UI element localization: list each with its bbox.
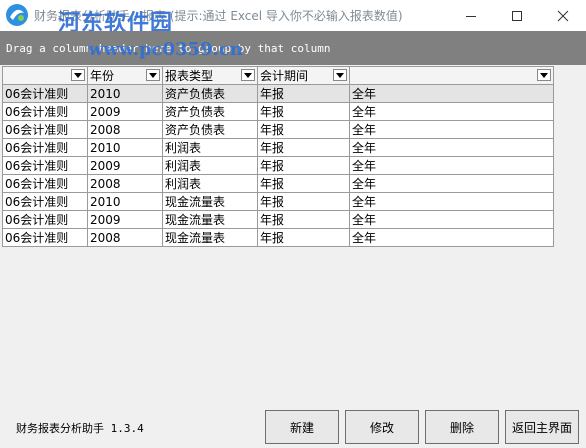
dropdown-arrow-icon[interactable]: [333, 69, 347, 81]
cell-range[interactable]: 全年: [349, 156, 554, 175]
dropdown-arrow-icon[interactable]: [146, 69, 160, 81]
dropdown-arrow-icon[interactable]: [537, 69, 551, 81]
cell-period[interactable]: 年报: [257, 174, 350, 193]
table-row[interactable]: 06会计准则 2010 利润表 年报 全年: [2, 138, 554, 157]
dropdown-arrow-icon[interactable]: [241, 69, 255, 81]
table-row[interactable]: 06会计准则 2010 现金流量表 年报 全年: [2, 192, 554, 211]
column-header-standard[interactable]: [2, 66, 88, 85]
minimize-icon: [466, 15, 476, 17]
table-row[interactable]: 06会计准则 2009 利润表 年报 全年: [2, 156, 554, 175]
cell-period[interactable]: 年报: [257, 192, 350, 211]
table-row[interactable]: 06会计准则 2008 资产负债表 年报 全年: [2, 120, 554, 139]
cell-period[interactable]: 年报: [257, 228, 350, 247]
cell-year[interactable]: 2009: [87, 102, 163, 121]
edit-button[interactable]: 修改: [345, 410, 419, 444]
cell-range[interactable]: 全年: [349, 120, 554, 139]
cell-range[interactable]: 全年: [349, 192, 554, 211]
table-row[interactable]: 06会计准则 2008 利润表 年报 全年: [2, 174, 554, 193]
cell-standard[interactable]: 06会计准则: [2, 156, 88, 175]
cell-report-type[interactable]: 现金流量表: [162, 192, 258, 211]
cell-year[interactable]: 2010: [87, 138, 163, 157]
cell-report-type[interactable]: 资产负债表: [162, 102, 258, 121]
cell-year[interactable]: 2010: [87, 192, 163, 211]
cell-standard[interactable]: 06会计准则: [2, 102, 88, 121]
cell-report-type[interactable]: 资产负债表: [162, 84, 258, 103]
title-bar: 财务报表分析助手 - 报表 (提示:通过 Excel 导入你不必输入报表数值) …: [0, 0, 586, 36]
bottom-bar: 财务报表分析助手 1.3.4 新建 修改 删除 返回主界面: [0, 404, 586, 448]
cell-range[interactable]: 全年: [349, 210, 554, 229]
cell-year[interactable]: 2008: [87, 228, 163, 247]
close-button[interactable]: [540, 0, 586, 31]
cell-standard[interactable]: 06会计准则: [2, 210, 88, 229]
dropdown-arrow-icon[interactable]: [71, 69, 85, 81]
cell-year[interactable]: 2009: [87, 156, 163, 175]
column-header-report-type[interactable]: 报表类型: [162, 66, 258, 85]
cell-report-type[interactable]: 资产负债表: [162, 120, 258, 139]
cell-standard[interactable]: 06会计准则: [2, 174, 88, 193]
cell-year[interactable]: 2009: [87, 210, 163, 229]
maximize-icon: [512, 10, 522, 21]
table-row[interactable]: 06会计准则 2009 资产负债表 年报 全年: [2, 102, 554, 121]
new-button[interactable]: 新建: [265, 410, 339, 444]
cell-range[interactable]: 全年: [349, 228, 554, 247]
cell-report-type[interactable]: 利润表: [162, 156, 258, 175]
column-header-year[interactable]: 年份: [87, 66, 163, 85]
cell-period[interactable]: 年报: [257, 120, 350, 139]
column-header-range[interactable]: [349, 66, 554, 85]
cell-report-type[interactable]: 利润表: [162, 138, 258, 157]
cell-year[interactable]: 2008: [87, 174, 163, 193]
cell-period[interactable]: 年报: [257, 84, 350, 103]
minimize-button[interactable]: [448, 0, 494, 31]
delete-button[interactable]: 删除: [425, 410, 499, 444]
cell-period[interactable]: 年报: [257, 102, 350, 121]
cell-year[interactable]: 2008: [87, 120, 163, 139]
cell-range[interactable]: 全年: [349, 84, 554, 103]
grid-header-row: 年份 报表类型 会计期间: [2, 66, 554, 85]
cell-period[interactable]: 年报: [257, 138, 350, 157]
table-row[interactable]: 06会计准则 2010 资产负债表 年报 全年: [2, 84, 554, 103]
cell-standard[interactable]: 06会计准则: [2, 84, 88, 103]
cell-range[interactable]: 全年: [349, 138, 554, 157]
cell-standard[interactable]: 06会计准则: [2, 138, 88, 157]
cell-report-type[interactable]: 现金流量表: [162, 210, 258, 229]
cell-range[interactable]: 全年: [349, 102, 554, 121]
cell-standard[interactable]: 06会计准则: [2, 228, 88, 247]
back-to-main-button[interactable]: 返回主界面: [505, 410, 579, 444]
report-grid: 年份 报表类型 会计期间 06会计准则 2010 资产负债表 年报 全年 06会计准则 2…: [2, 66, 554, 247]
cell-range[interactable]: 全年: [349, 174, 554, 193]
watermark-url-text: www.pc0359.cn: [88, 39, 243, 60]
cell-standard[interactable]: 06会计准则: [2, 192, 88, 211]
app-version-label: 财务报表分析助手 1.3.4: [16, 422, 144, 435]
maximize-button[interactable]: [494, 0, 540, 31]
cell-report-type[interactable]: 利润表: [162, 174, 258, 193]
cell-period[interactable]: 年报: [257, 156, 350, 175]
table-row[interactable]: 06会计准则 2008 现金流量表 年报 全年: [2, 228, 554, 247]
cell-period[interactable]: 年报: [257, 210, 350, 229]
column-header-period[interactable]: 会计期间: [257, 66, 350, 85]
close-icon: [557, 10, 569, 21]
cell-year[interactable]: 2010: [87, 84, 163, 103]
cell-standard[interactable]: 06会计准则: [2, 120, 88, 139]
app-logo-icon: [4, 3, 30, 27]
cell-report-type[interactable]: 现金流量表: [162, 228, 258, 247]
table-row[interactable]: 06会计准则 2009 现金流量表 年报 全年: [2, 210, 554, 229]
